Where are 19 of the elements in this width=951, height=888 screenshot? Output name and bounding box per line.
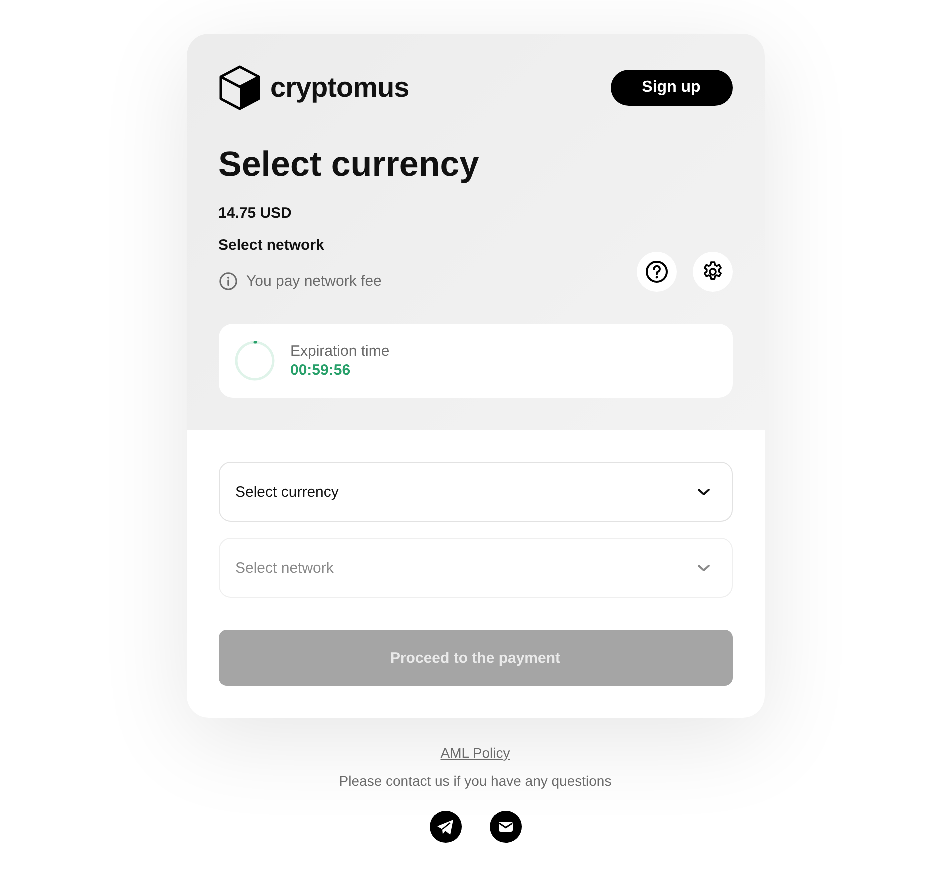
info-icon: [218, 272, 238, 291]
mail-icon[interactable]: [490, 811, 522, 843]
settings-button[interactable]: [692, 252, 732, 292]
fee-note: You pay network fee: [246, 273, 382, 290]
question-icon: [644, 260, 668, 284]
timer-label: Expiration time: [290, 343, 390, 360]
dropdown-field[interactable]: Select currency: [218, 462, 732, 522]
brand-name: cryptomus: [270, 72, 410, 104]
help-button[interactable]: [636, 252, 676, 292]
countdown-ring: [234, 341, 274, 381]
sign-up-button[interactable]: Sign up: [610, 70, 732, 106]
contact-text: Please contact us if you have any questions: [339, 773, 612, 789]
network-label: Select network: [218, 237, 326, 254]
page-title: Select currency: [218, 144, 480, 186]
paper-plane-icon[interactable]: [430, 811, 462, 843]
amount-text: 14.75 USD: [218, 205, 293, 222]
cube-icon: [218, 65, 260, 111]
aml-policy-link[interactable]: AML Policy: [440, 745, 510, 761]
timer-value: 00:59:56: [290, 362, 352, 379]
